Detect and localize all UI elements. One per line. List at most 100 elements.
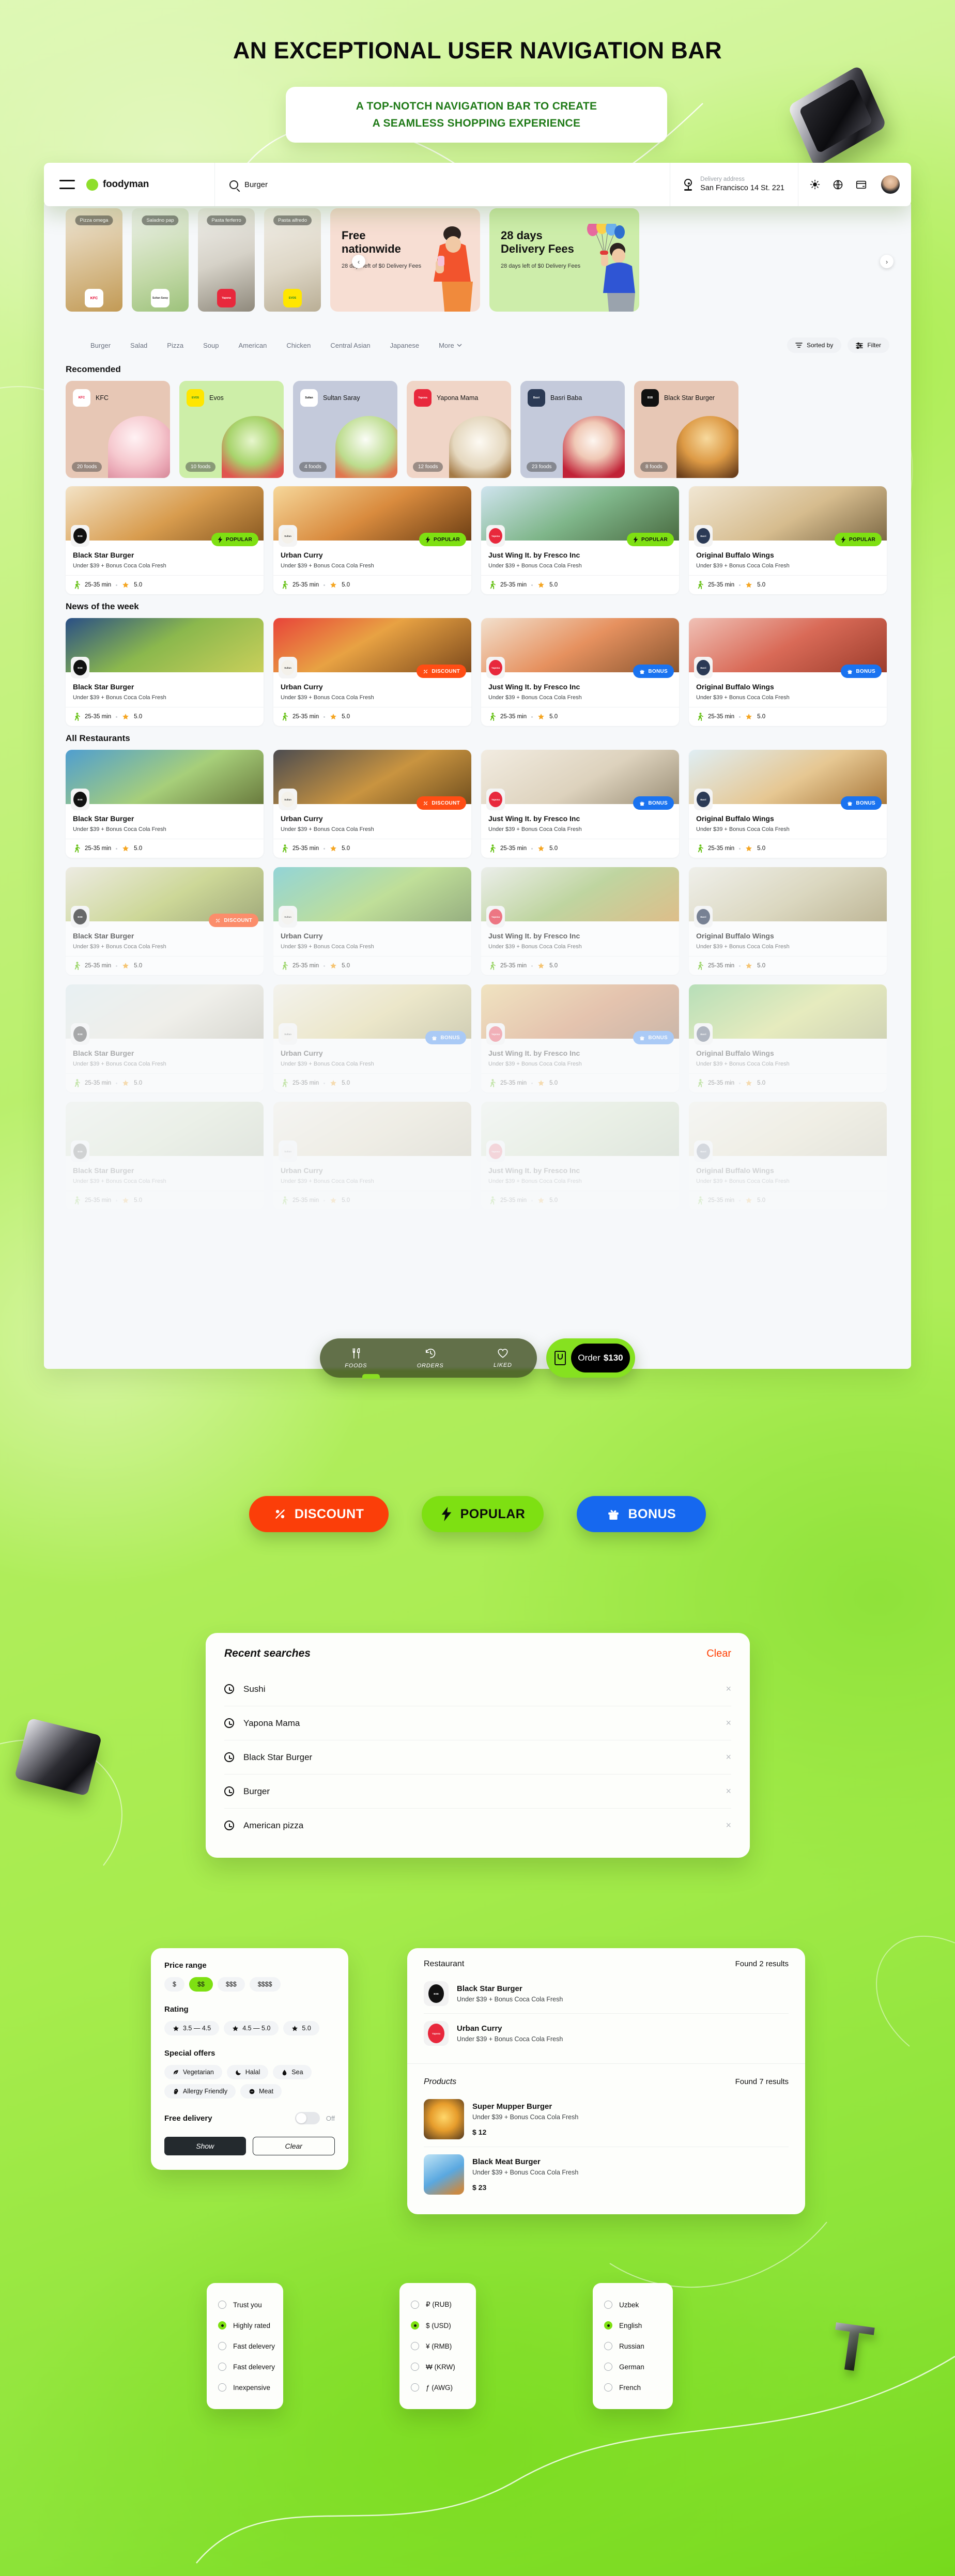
radio-button[interactable] [218,2301,226,2309]
radio-button[interactable] [604,2301,612,2309]
special-offer-meat[interactable]: Meat [240,2084,282,2099]
rating-option[interactable]: 3.5 — 4.5 [164,2021,220,2035]
remove-icon[interactable]: × [726,1752,731,1763]
bonus-badge-button[interactable]: BONUS [577,1496,706,1532]
restaurant-card[interactable]: Sultan POPULAR Urban Curry Under $39 + B… [273,486,471,594]
remove-icon[interactable]: × [726,1786,731,1797]
restaurant-card[interactable]: Yapona BONUS Just Wing It. by Fresco Inc… [481,984,679,1092]
globe-icon[interactable] [833,179,843,190]
radio-option[interactable]: ₩ (KRW) [399,2356,476,2377]
restaurant-card[interactable]: Yapona Just Wing It. by Fresco Inc Under… [481,867,679,975]
rating-option[interactable]: 5.0 [283,2021,319,2035]
restaurant-card[interactable]: Basri Original Buffalo Wings Under $39 +… [689,984,887,1092]
radio-button[interactable] [218,2321,226,2330]
avatar[interactable] [881,175,900,194]
radio-option[interactable]: Fast delevery [207,2336,283,2356]
radio-button[interactable] [218,2383,226,2392]
radio-option[interactable]: Inexpensive [207,2377,283,2398]
restaurant-card[interactable]: Yapona POPULAR Just Wing It. by Fresco I… [481,486,679,594]
radio-button[interactable] [411,2301,419,2309]
dock-item-orders[interactable]: ORDERS [417,1348,444,1369]
special-offer-sea[interactable]: Sea [273,2065,312,2079]
radio-option[interactable]: French [593,2377,673,2398]
radio-option[interactable]: Russian [593,2336,673,2356]
restaurant-card[interactable]: Basri BONUS Original Buffalo Wings Under… [689,618,887,726]
dish-card[interactable]: Pasta ferferro Yapona Yapona Mama [198,208,255,312]
radio-option[interactable]: ¥ (RMB) [399,2336,476,2356]
filter-button[interactable]: Filter [848,337,889,353]
dock-item-liked[interactable]: LIKED [494,1348,512,1368]
restaurant-card[interactable]: Basri Original Buffalo Wings Under $39 +… [689,1102,887,1210]
radio-option[interactable]: Highly rated [207,2315,283,2336]
order-button[interactable]: Order $130 [571,1344,630,1372]
radio-option[interactable]: Fast delevery [207,2356,283,2377]
restaurant-card[interactable]: BSB Black Star Burger Under $39 + Bonus … [66,1102,264,1210]
radio-button[interactable] [218,2342,226,2350]
recent-search-item[interactable]: Black Star Burger × [224,1740,731,1774]
delivery-address[interactable]: Delivery address San Francisco 14 St. 22… [670,163,798,206]
restaurant-result-row[interactable]: Yapona Urban Curry Under $39 + Bonus Coc… [424,2013,789,2053]
price-option-selected[interactable]: $$ [189,1977,213,1992]
radio-option[interactable]: Trust you [207,2294,283,2315]
remove-icon[interactable]: × [726,1684,731,1694]
promo-card[interactable]: 28 days Delivery Fees 28 days left of $0… [489,208,639,312]
category-item[interactable]: Japanese [390,342,419,349]
menu-icon[interactable] [59,180,75,189]
restaurant-card[interactable]: Yapona BONUS Just Wing It. by Fresco Inc… [481,750,679,858]
restaurant-card[interactable]: Sultan DISCOUNT Urban Curry Under $39 + … [273,618,471,726]
remove-icon[interactable]: × [726,1820,731,1831]
recent-search-item[interactable]: Yapona Mama × [224,1706,731,1740]
category-item[interactable]: Pizza [167,342,183,349]
restaurant-card[interactable]: Sultan DISCOUNT Urban Curry Under $39 + … [273,750,471,858]
dish-card[interactable]: Pasta alfredo EVOS Evos [264,208,321,312]
radio-button[interactable] [604,2321,612,2330]
free-delivery-toggle[interactable] [295,2112,320,2124]
radio-option[interactable]: Uzbek [593,2294,673,2315]
recommended-card[interactable]: Basri Basri Baba 23 foods [520,381,625,478]
restaurant-card[interactable]: BSB DISCOUNT Black Star Burger Under $39… [66,867,264,975]
product-result-row[interactable]: Super Mupper Burger Under $39 + Bonus Co… [424,2092,789,2147]
price-option[interactable]: $ [164,1977,184,1992]
category-more-button[interactable]: More [439,342,462,349]
radio-button[interactable] [604,2383,612,2392]
restaurant-result-row[interactable]: BSB Black Star Burger Under $39 + Bonus … [424,1974,789,2013]
radio-button[interactable] [604,2342,612,2350]
recommended-card[interactable]: Sultan Sultan Saray 4 foods [293,381,397,478]
restaurant-card[interactable]: Sultan BONUS Urban Curry Under $39 + Bon… [273,984,471,1092]
radio-option[interactable]: $ (USD) [399,2315,476,2336]
radio-button[interactable] [411,2383,419,2392]
price-option[interactable]: $$$$ [249,1977,281,1992]
recent-searches-clear-button[interactable]: Clear [706,1648,731,1660]
radio-option[interactable]: ₽ (RUB) [399,2294,476,2315]
radio-button[interactable] [411,2342,419,2350]
shopping-bag-icon[interactable] [554,1351,566,1365]
restaurant-card[interactable]: Sultan Urban Curry Under $39 + Bonus Coc… [273,867,471,975]
recommended-card[interactable]: KFC KFC 20 foods [66,381,170,478]
remove-icon[interactable]: × [726,1718,731,1729]
restaurant-card[interactable]: Yapona BONUS Just Wing It. by Fresco Inc… [481,618,679,726]
price-option[interactable]: $$$ [217,1977,245,1992]
special-offer-vegetarian[interactable]: Vegetarian [164,2065,222,2079]
radio-button[interactable] [604,2363,612,2371]
radio-option[interactable]: English [593,2315,673,2336]
category-item[interactable]: Central Asian [330,342,370,349]
recommended-card[interactable]: Yapona Yapona Mama 12 foods [407,381,511,478]
restaurant-card[interactable]: Basri POPULAR Original Buffalo Wings Und… [689,486,887,594]
carousel-prev-icon[interactable]: ‹ [352,255,365,268]
radio-option[interactable]: German [593,2356,673,2377]
clear-button[interactable]: Clear [252,2137,335,2155]
sorted-by-button[interactable]: Sorted by [787,337,842,353]
search-input[interactable] [244,180,399,189]
restaurant-card[interactable]: Basri Original Buffalo Wings Under $39 +… [689,867,887,975]
radio-option[interactable]: ƒ (AWG) [399,2377,476,2398]
restaurant-card[interactable]: Basri BONUS Original Buffalo Wings Under… [689,750,887,858]
special-offer-halal[interactable]: Halal [226,2065,269,2079]
restaurant-card[interactable]: BSB Black Star Burger Under $39 + Bonus … [66,750,264,858]
recommended-card[interactable]: EVOS Evos 10 foods [179,381,284,478]
dish-card[interactable]: Pizza omega KFC KFC [66,208,122,312]
search-bar[interactable] [214,163,670,206]
recommended-card[interactable]: BSB Black Star Burger 8 foods [634,381,738,478]
special-offer-allergy-friendly[interactable]: Allergy Friendly [164,2084,236,2099]
show-button[interactable]: Show [164,2137,246,2155]
restaurant-card[interactable]: Yapona Just Wing It. by Fresco Inc Under… [481,1102,679,1210]
